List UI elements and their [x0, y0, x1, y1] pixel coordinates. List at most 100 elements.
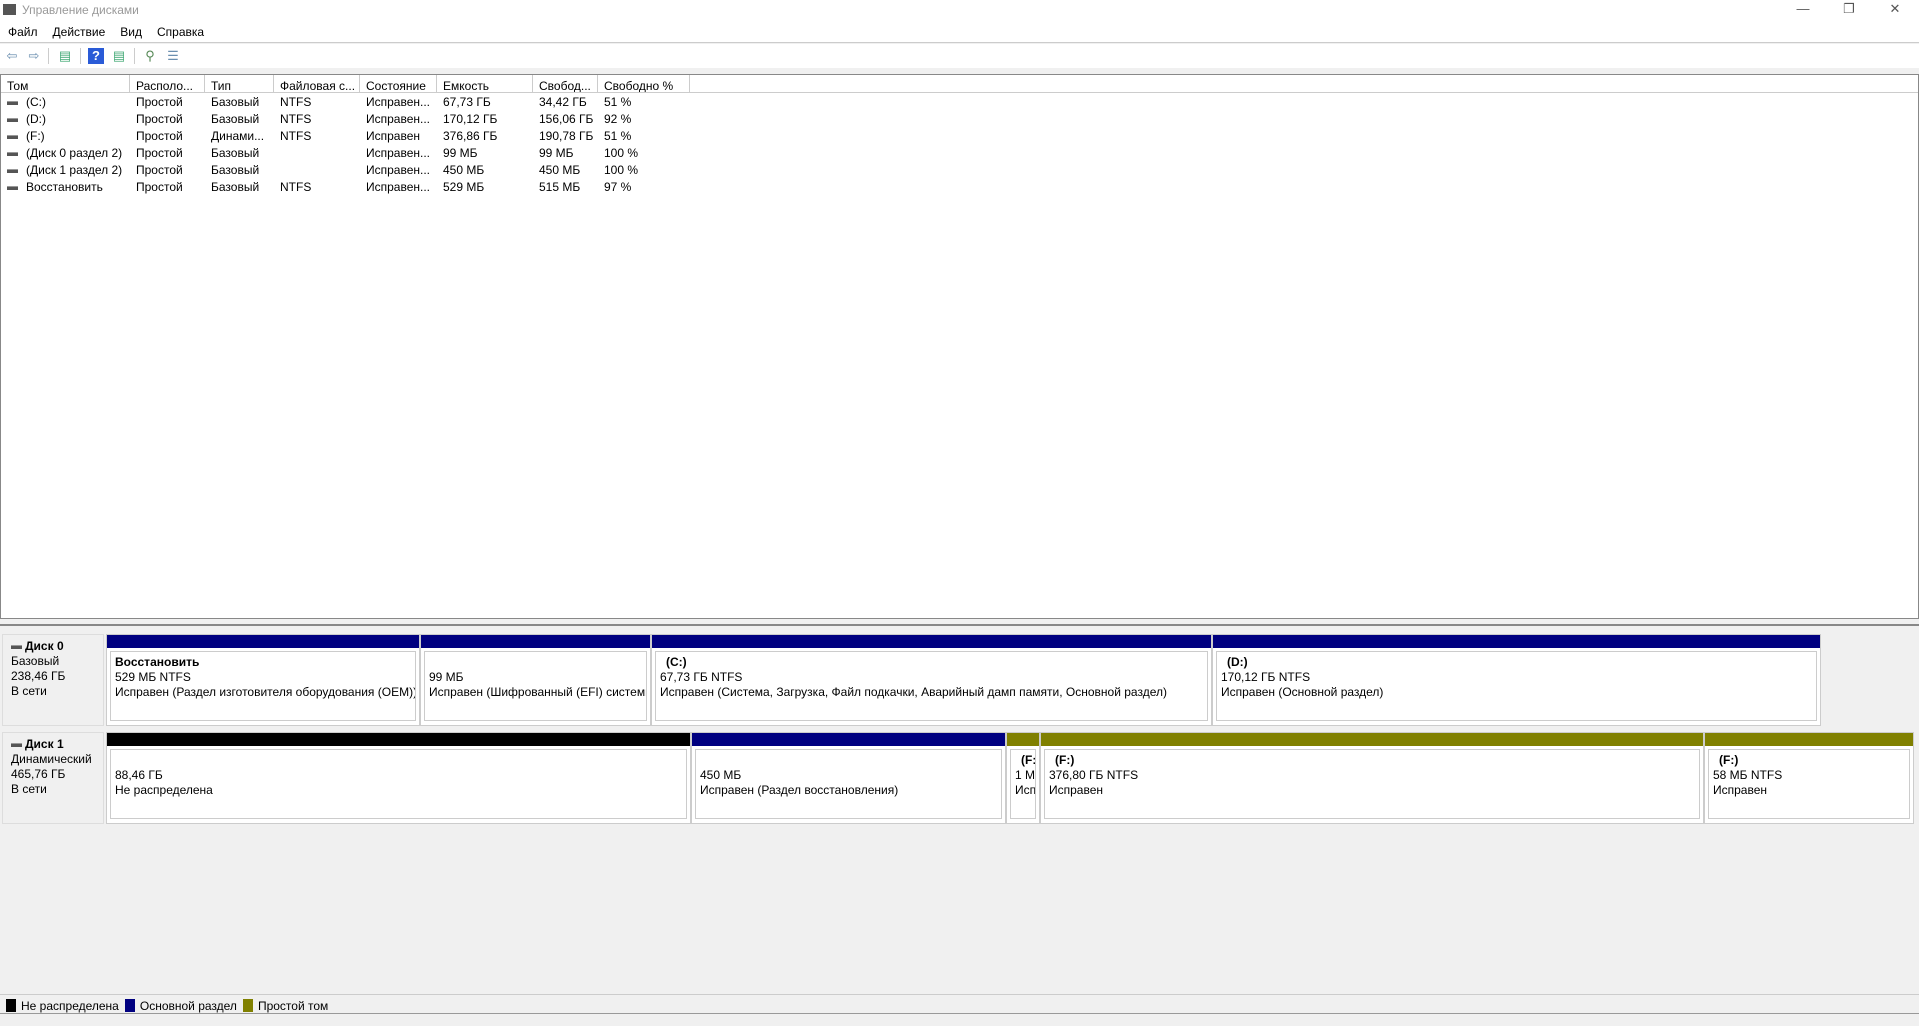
partition[interactable]: 88,46 ГБ Не распределена	[106, 732, 691, 824]
partition-title	[115, 753, 682, 768]
table-cell: 376,86 ГБ	[437, 128, 533, 145]
menu-action[interactable]: Действие	[45, 22, 113, 39]
partition-title	[700, 753, 997, 768]
column-header[interactable]: Состояние	[360, 75, 437, 93]
table-cell: 450 МБ	[437, 162, 533, 179]
disk-label[interactable]: Диск 1 Динамический 465,76 ГБ В сети	[2, 732, 104, 824]
cell-text: Исправен...	[366, 163, 431, 177]
restore-button[interactable]: ❐	[1826, 0, 1872, 22]
back-arrow-icon[interactable]: ⇦	[4, 48, 20, 64]
partition-body: (F:) 58 МБ NTFS Исправен	[1708, 749, 1910, 819]
partition-body: (D:) 170,12 ГБ NTFS Исправен (Основной раз…	[1216, 651, 1817, 721]
forward-arrow-icon[interactable]: ⇨	[26, 48, 42, 64]
partition-color-bar	[1213, 635, 1820, 648]
table-row[interactable]: (Диск 1 раздел 2) Простой Базовый Исправен.…	[1, 162, 701, 179]
disk-label[interactable]: Диск 0 Базовый 238,46 ГБ В сети	[2, 634, 104, 726]
column-header[interactable]: Файловая с...	[274, 75, 360, 93]
disk-graph-pane: Диск 0 Базовый 238,46 ГБ В сети Восстановить…	[0, 624, 1919, 1004]
table-cell: 170,12 ГБ	[437, 111, 533, 128]
toolbar-separator	[80, 48, 81, 64]
table-cell: NTFS	[274, 128, 360, 145]
legend-label: Не распределена	[21, 998, 119, 1013]
menu-file[interactable]: Файл	[0, 22, 45, 39]
table-row[interactable]: (C:) Простой Базовый NTFS Исправен... 67,73 Г…	[1, 94, 701, 111]
column-header[interactable]: Свобод...	[533, 75, 598, 93]
cell-text: 97 %	[604, 180, 632, 194]
table-cell: Простой	[130, 128, 205, 145]
volume-icon	[7, 117, 18, 122]
rescan-icon[interactable]: ⚲	[142, 48, 158, 64]
partition[interactable]: Восстановить 529 МБ NTFS Исправен (Раздел …	[106, 634, 420, 726]
cell-text: NTFS	[280, 112, 312, 126]
cell-text: 99 МБ	[539, 146, 574, 160]
partition[interactable]: 99 МБИсправен (Шифрованный (EFI) системн…	[420, 634, 651, 726]
table-cell: (C:)	[1, 94, 130, 111]
partition-size: 170,12 ГБ NTFS	[1221, 670, 1311, 684]
window-title: Управление дисками	[22, 3, 139, 17]
menu-view[interactable]: Вид	[112, 22, 149, 39]
disk-size: 238,46 ГБ	[11, 669, 66, 683]
cell-text: Исправен...	[366, 95, 431, 109]
partition-title: (F:)	[1719, 753, 1739, 767]
table-cell: Базовый	[205, 94, 274, 111]
partition-body: (C:) 67,73 ГБ NTFS Исправен (Система, Загр…	[655, 651, 1208, 721]
partition-status: Исправен (Система, Загрузка, Файл подкач…	[660, 685, 1167, 699]
menu-help[interactable]: Справка	[149, 22, 211, 39]
table-cell: 51 %	[598, 94, 690, 111]
partition-body: 99 МБИсправен (Шифрованный (EFI) системн…	[424, 651, 647, 721]
table-row[interactable]: (F:) Простой Динами... NTFS Исправен 376,86 Г…	[1, 128, 701, 145]
cell-text: 67,73 ГБ	[443, 95, 491, 109]
column-header[interactable]: Свободно %	[598, 75, 690, 93]
properties-icon[interactable]: ☰	[165, 48, 181, 64]
partition[interactable]: (C:) 67,73 ГБ NTFS Исправен (Система, Загр…	[651, 634, 1212, 726]
table-cell: Динами...	[205, 128, 274, 145]
partition-title: (C:)	[666, 655, 687, 669]
cell-text: Базовый	[211, 95, 260, 109]
partition-title: (D:)	[1227, 655, 1248, 669]
table-row[interactable]: Восстановить Простой Базовый NTFS Исправен..…	[1, 179, 701, 196]
partition[interactable]: (D:) 170,12 ГБ NTFS Исправен (Основной раз…	[1212, 634, 1821, 726]
table-cell: NTFS	[274, 179, 360, 196]
table-cell: 515 МБ	[533, 179, 598, 196]
cell-text: 376,86 ГБ	[443, 129, 498, 143]
table-row[interactable]: (Диск 0 раздел 2) Простой Базовый Исправен.…	[1, 145, 701, 162]
action-pane-icon[interactable]: ▤	[111, 48, 127, 64]
partition[interactable]: (F:) 58 МБ NTFS Исправен	[1704, 732, 1914, 824]
partition[interactable]: 450 МБ Исправен (Раздел восстановления)	[691, 732, 1006, 824]
cell-text: Базовый	[211, 146, 260, 160]
disk-name: Диск 0	[11, 639, 95, 654]
table-cell: 450 МБ	[533, 162, 598, 179]
cell-text: Простой	[136, 129, 183, 143]
help-icon[interactable]: ?	[88, 48, 104, 64]
title-bar: Управление дисками — ❐ ✕	[0, 0, 1919, 22]
column-header[interactable]: Тип	[205, 75, 274, 93]
close-button[interactable]: ✕	[1872, 0, 1918, 22]
cell-text: (D:)	[26, 112, 46, 126]
cell-text: Базовый	[211, 112, 260, 126]
disk-icon	[11, 644, 22, 649]
cell-text: Простой	[136, 95, 183, 109]
partition-status: Исправен	[1049, 783, 1104, 797]
minimize-button[interactable]: —	[1780, 0, 1826, 22]
cell-text: 450 МБ	[539, 163, 581, 177]
column-header[interactable]: Располо...	[130, 75, 205, 93]
legend-swatch	[124, 999, 135, 1013]
legend-label: Основной раздел	[139, 998, 237, 1013]
partition[interactable]: (F:) 376,80 ГБ NTFS Исправен	[1040, 732, 1704, 824]
console-tree-icon[interactable]: ▤	[57, 48, 73, 64]
cell-text: Исправен	[366, 129, 421, 143]
cell-text: (Диск 1 раздел 2)	[26, 163, 123, 177]
disk-name: Диск 1	[11, 737, 95, 752]
disk-type: Динамический	[11, 752, 92, 766]
partition-body: Восстановить 529 МБ NTFS Исправен (Раздел …	[110, 651, 416, 721]
partition[interactable]: (F:)1 МБИсправен	[1006, 732, 1040, 824]
table-cell: Простой	[130, 179, 205, 196]
table-cell: (D:)	[1, 111, 130, 128]
partition-size: 58 МБ NTFS	[1713, 768, 1783, 782]
table-cell: 99 МБ	[533, 145, 598, 162]
table-cell: 92 %	[598, 111, 690, 128]
column-header[interactable]: Том	[1, 75, 130, 93]
table-cell: Базовый	[205, 162, 274, 179]
table-row[interactable]: (D:) Простой Базовый NTFS Исправен... 170,12 …	[1, 111, 701, 128]
column-header[interactable]: Емкость	[437, 75, 533, 93]
